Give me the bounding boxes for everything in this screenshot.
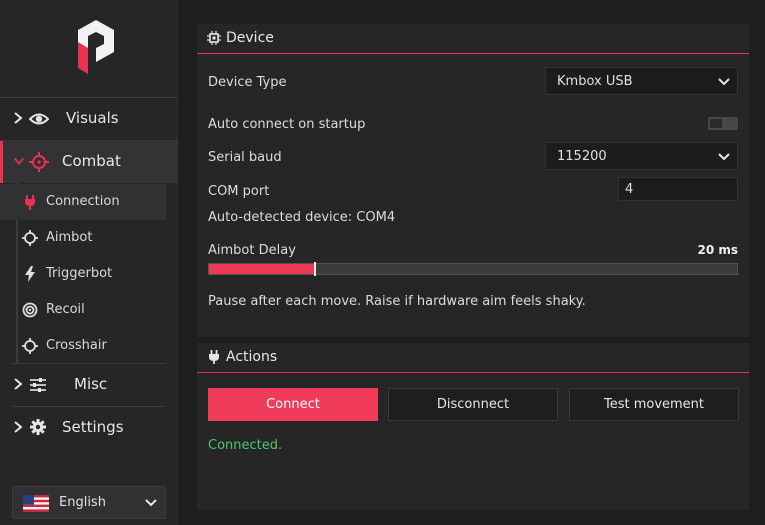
subnav-label-connection: Connection	[46, 194, 120, 209]
sidebar: Visuals Combat Connection Aimbot Trigger…	[0, 0, 178, 525]
subnav-label-crosshair: Crosshair	[46, 338, 107, 353]
slider-fill	[209, 264, 315, 274]
connect-button[interactable]: Connect	[208, 388, 378, 421]
chevron-down-icon	[145, 499, 157, 507]
auto-connect-toggle[interactable]	[708, 117, 738, 130]
device-type-select[interactable]: Kmbox USB	[545, 67, 738, 95]
nav-item-settings[interactable]: Settings	[0, 407, 178, 449]
com-port-input[interactable]: 4	[618, 177, 738, 201]
slider-thumb[interactable]	[314, 262, 316, 276]
nav-item-combat[interactable]: Combat	[0, 141, 178, 183]
nav-label-combat: Combat	[62, 152, 121, 170]
device-type-value: Kmbox USB	[557, 74, 633, 89]
chevron-right-icon	[14, 421, 23, 433]
serial-baud-value: 115200	[557, 149, 607, 164]
connection-status: Connected.	[208, 438, 283, 453]
toggle-knob	[710, 119, 722, 128]
aimbot-delay-value: 20 ms	[697, 243, 738, 257]
device-panel-header: Device	[197, 24, 749, 54]
actions-panel-title: Actions	[226, 349, 278, 365]
chip-icon	[207, 31, 221, 45]
nav-label-visuals: Visuals	[66, 109, 119, 127]
device-type-label: Device Type	[208, 75, 287, 90]
crosshair-icon	[22, 338, 38, 354]
subnav-item-crosshair[interactable]: Crosshair	[0, 328, 166, 364]
subnav-item-recoil[interactable]: Recoil	[0, 292, 166, 328]
chevron-down-icon	[14, 157, 24, 165]
aimbot-delay-slider[interactable]	[208, 262, 738, 276]
com-port-label: COM port	[208, 184, 270, 199]
chevron-down-icon	[718, 153, 730, 161]
eye-icon	[29, 113, 49, 125]
subnav-label-aimbot: Aimbot	[46, 230, 93, 245]
actions-panel-header: Actions	[197, 343, 749, 373]
gear-icon	[30, 419, 46, 435]
subnav-item-triggerbot[interactable]: Triggerbot	[0, 256, 166, 292]
test-movement-button[interactable]: Test movement	[569, 388, 739, 421]
auto-connect-label: Auto connect on startup	[208, 117, 366, 132]
aimbot-delay-label: Aimbot Delay	[208, 243, 296, 258]
subnav-item-aimbot[interactable]: Aimbot	[0, 220, 166, 256]
target-icon	[22, 302, 38, 318]
subnav-item-connection[interactable]: Connection	[0, 184, 166, 220]
sliders-icon	[30, 378, 46, 392]
plug-icon	[25, 195, 35, 210]
auto-detected-text: Auto-detected device: COM4	[208, 210, 396, 225]
language-label: English	[59, 495, 106, 510]
us-flag-icon	[23, 495, 49, 512]
disconnect-button[interactable]: Disconnect	[388, 388, 558, 421]
nav-label-settings: Settings	[62, 418, 124, 436]
subnav-label-recoil: Recoil	[46, 302, 85, 317]
subnav-label-triggerbot: Triggerbot	[46, 266, 113, 281]
com-port-value: 4	[625, 182, 634, 197]
nav-label-misc: Misc	[74, 375, 108, 393]
brand-logo	[78, 20, 114, 74]
lightning-icon	[25, 266, 35, 282]
actions-panel: Actions Connect Disconnect Test movement…	[197, 343, 749, 510]
device-panel: Device Device Type Kmbox USB Auto connec…	[197, 24, 749, 337]
serial-baud-select[interactable]: 115200	[545, 142, 738, 170]
crosshair-target-icon	[29, 152, 49, 172]
chevron-right-icon	[14, 378, 23, 390]
nav-item-misc[interactable]: Misc	[0, 364, 178, 406]
device-panel-title: Device	[226, 30, 274, 46]
serial-baud-label: Serial baud	[208, 150, 282, 165]
crosshair-icon	[22, 230, 38, 246]
nav-item-visuals[interactable]: Visuals	[0, 98, 178, 140]
plug-icon	[209, 350, 219, 364]
aimbot-delay-hint: Pause after each move. Raise if hardware…	[208, 294, 586, 309]
language-select[interactable]: English	[12, 486, 166, 519]
chevron-down-icon	[718, 78, 730, 86]
chevron-right-icon	[14, 112, 23, 124]
